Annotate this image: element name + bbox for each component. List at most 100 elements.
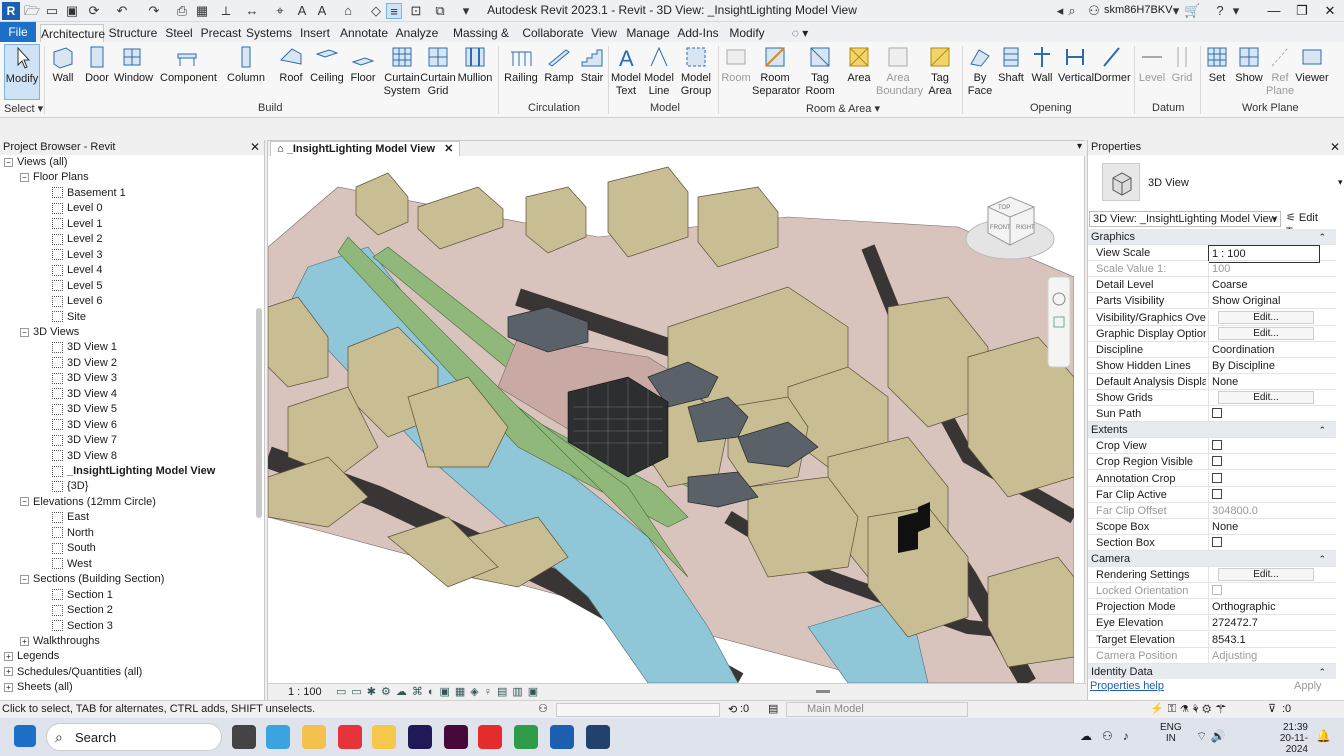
model-group-button[interactable]: Model Group [678, 44, 714, 100]
tree-group-item[interactable]: − Views (all) [4, 155, 68, 170]
indesign-icon[interactable] [444, 725, 468, 749]
tab-view[interactable]: View [588, 24, 620, 42]
property-row[interactable]: Visibility/Graphics Over... Edit... [1088, 309, 1336, 326]
selection-filter-icons[interactable]: ⚡⚿⚗⚘⚙⚚ [1150, 702, 1230, 716]
property-row[interactable]: Default Analysis Display...None [1088, 373, 1336, 390]
mullion-button[interactable]: Mullion [456, 44, 494, 100]
notification-icon[interactable]: 🔔 [1316, 729, 1331, 743]
close-icon[interactable]: ✕ [1318, 2, 1342, 20]
vertical-opening-button[interactable]: Vertical [1058, 44, 1094, 100]
tree-view-item[interactable]: Basement 1 [52, 186, 126, 201]
tree-group-item[interactable]: − Sections (Building Section) [20, 572, 164, 587]
design-option-dropdown[interactable]: Main Model [786, 702, 968, 717]
tag-area-button[interactable]: Tag Area [922, 44, 958, 100]
edit-button[interactable]: Edit... [1218, 568, 1314, 582]
tree-view-item[interactable]: 3D View 8 [52, 449, 117, 464]
property-row[interactable]: Projection Mode Orthographic [1088, 599, 1336, 616]
ceiling-button[interactable]: Ceiling [310, 44, 344, 100]
edit-button[interactable]: Edit... [1218, 391, 1314, 404]
widgets-icon[interactable] [302, 725, 326, 749]
switch-windows-icon[interactable]: ⧉ [432, 3, 448, 19]
autodesk-app-icon[interactable] [586, 725, 610, 749]
clock[interactable]: 21:39 20-11-2024 [1262, 722, 1308, 755]
area-boundary-button[interactable]: Area Boundary [876, 44, 923, 100]
close-hidden-icon[interactable]: ⊡ [408, 3, 424, 19]
property-row[interactable]: Camera Position Adjusting [1088, 647, 1336, 664]
collapse-icon[interactable]: − [20, 327, 29, 337]
show-button[interactable]: Show [1234, 44, 1264, 100]
property-row[interactable]: Crop Region Visible [1088, 454, 1336, 471]
tree-view-item[interactable]: Level 3 [52, 248, 102, 263]
ribbon-options-icon[interactable]: ◌ ▾ [786, 24, 814, 42]
tree-view-item[interactable]: South [52, 541, 96, 556]
tab-architecture[interactable]: Architecture [40, 24, 105, 42]
property-row[interactable]: Detail Level Coarse [1088, 277, 1336, 294]
help-dropdown-icon[interactable]: ▾ [1228, 3, 1244, 19]
section-icon[interactable]: ◇ [368, 3, 384, 19]
expand-icon[interactable]: + [4, 651, 13, 661]
property-row[interactable]: Locked Orientation [1088, 583, 1336, 600]
app-icon[interactable] [338, 725, 362, 749]
property-row[interactable]: Show Grids Edit... [1088, 390, 1336, 406]
tree-group-item[interactable]: − Elevations (12mm Circle) [20, 495, 156, 510]
task-view-icon[interactable] [232, 725, 256, 749]
close-icon[interactable]: ✕ [444, 143, 453, 155]
editing-requests-icon[interactable]: ⟲ [728, 703, 737, 716]
checkbox[interactable] [1212, 585, 1222, 596]
curtain-system-button[interactable]: Curtain System [382, 44, 422, 100]
property-section-header[interactable]: Identity Data ⌃ [1088, 663, 1336, 679]
tree-view-item[interactable]: 3D View 4 [52, 387, 117, 402]
property-row[interactable]: Scale Value 1: 100 [1088, 261, 1336, 278]
close-icon[interactable]: ✕ [1330, 140, 1340, 155]
wall-button[interactable]: Wall [48, 44, 78, 100]
model-text-button[interactable]: A Model Text [610, 44, 642, 100]
binoculars-icon[interactable]: ⌕ [1064, 3, 1080, 19]
user-icon[interactable]: ⚇ [1086, 3, 1102, 19]
tab-modify[interactable]: Modify [724, 24, 770, 42]
instance-selector[interactable]: 3D View: _InsightLighting Model View ▾ [1089, 211, 1281, 227]
file-explorer-icon[interactable] [372, 725, 396, 749]
edit-button[interactable]: Edit... [1218, 326, 1314, 340]
shaft-button[interactable]: Shaft [996, 44, 1026, 100]
print-icon[interactable]: ⎙ [174, 3, 190, 19]
save-icon[interactable]: ▣ [64, 3, 80, 19]
scrollbar[interactable] [256, 308, 262, 518]
tab-insightlighting-view[interactable]: ⌂ _InsightLighting Model View ✕ [270, 141, 461, 156]
column-button[interactable]: Column [226, 44, 266, 100]
restore-icon[interactable]: ❐ [1290, 2, 1314, 20]
sync-icon[interactable]: ⟳ [86, 3, 102, 19]
tree-group-item[interactable]: + Legends [4, 649, 59, 664]
property-row[interactable]: Crop View [1088, 438, 1336, 455]
tree-group-item[interactable]: + Sheets (all) [4, 680, 73, 695]
modify-button[interactable]: Modify [4, 44, 40, 100]
type-dropdown-icon[interactable]: ▾ [1338, 177, 1343, 188]
property-row[interactable]: Far Clip Offset 304800.0 [1088, 502, 1336, 519]
viewer-button[interactable]: Viewer [1294, 44, 1330, 100]
area-button[interactable]: Area [842, 44, 876, 100]
collapse-icon[interactable]: − [20, 173, 29, 183]
view-control-icons[interactable]: ▭▭✱⚙☁⌘◐▣▦◈♀▤▥▣ [336, 685, 543, 698]
window-button[interactable]: Window [114, 44, 153, 100]
workset-dropdown[interactable] [556, 703, 720, 717]
property-row[interactable]: Scope Box None [1088, 518, 1336, 535]
property-row[interactable]: Graphic Display Options Edit... [1088, 325, 1336, 342]
scroll-thumb[interactable] [816, 690, 830, 693]
tree-view-item[interactable]: Level 6 [52, 294, 102, 309]
redo-icon[interactable]: ↷ [146, 3, 162, 19]
component-button[interactable]: Component [160, 44, 217, 100]
qat-dropdown-icon[interactable]: ▾ [458, 3, 474, 19]
checkbox[interactable] [1212, 408, 1222, 419]
tree-view-item[interactable]: Level 4 [52, 263, 102, 278]
tree-view-item[interactable]: West [52, 557, 92, 572]
roof-button[interactable]: Roof [276, 44, 306, 100]
tab-add-ins[interactable]: Add-Ins [676, 24, 720, 42]
room-button[interactable]: Room [720, 44, 752, 100]
tree-view-item[interactable]: Site [52, 310, 86, 325]
properties-help-link[interactable]: Properties help [1090, 680, 1164, 692]
tree-view-item[interactable]: Level 0 [52, 201, 102, 216]
thin-lines-icon[interactable]: ≡ [386, 3, 402, 19]
select-panel-label[interactable]: Select ▾ [4, 102, 43, 115]
tree-view-item[interactable]: 3D View 2 [52, 356, 117, 371]
close-icon[interactable]: ✕ [250, 140, 260, 155]
user-name[interactable]: skm86H7BKV [1104, 4, 1172, 16]
